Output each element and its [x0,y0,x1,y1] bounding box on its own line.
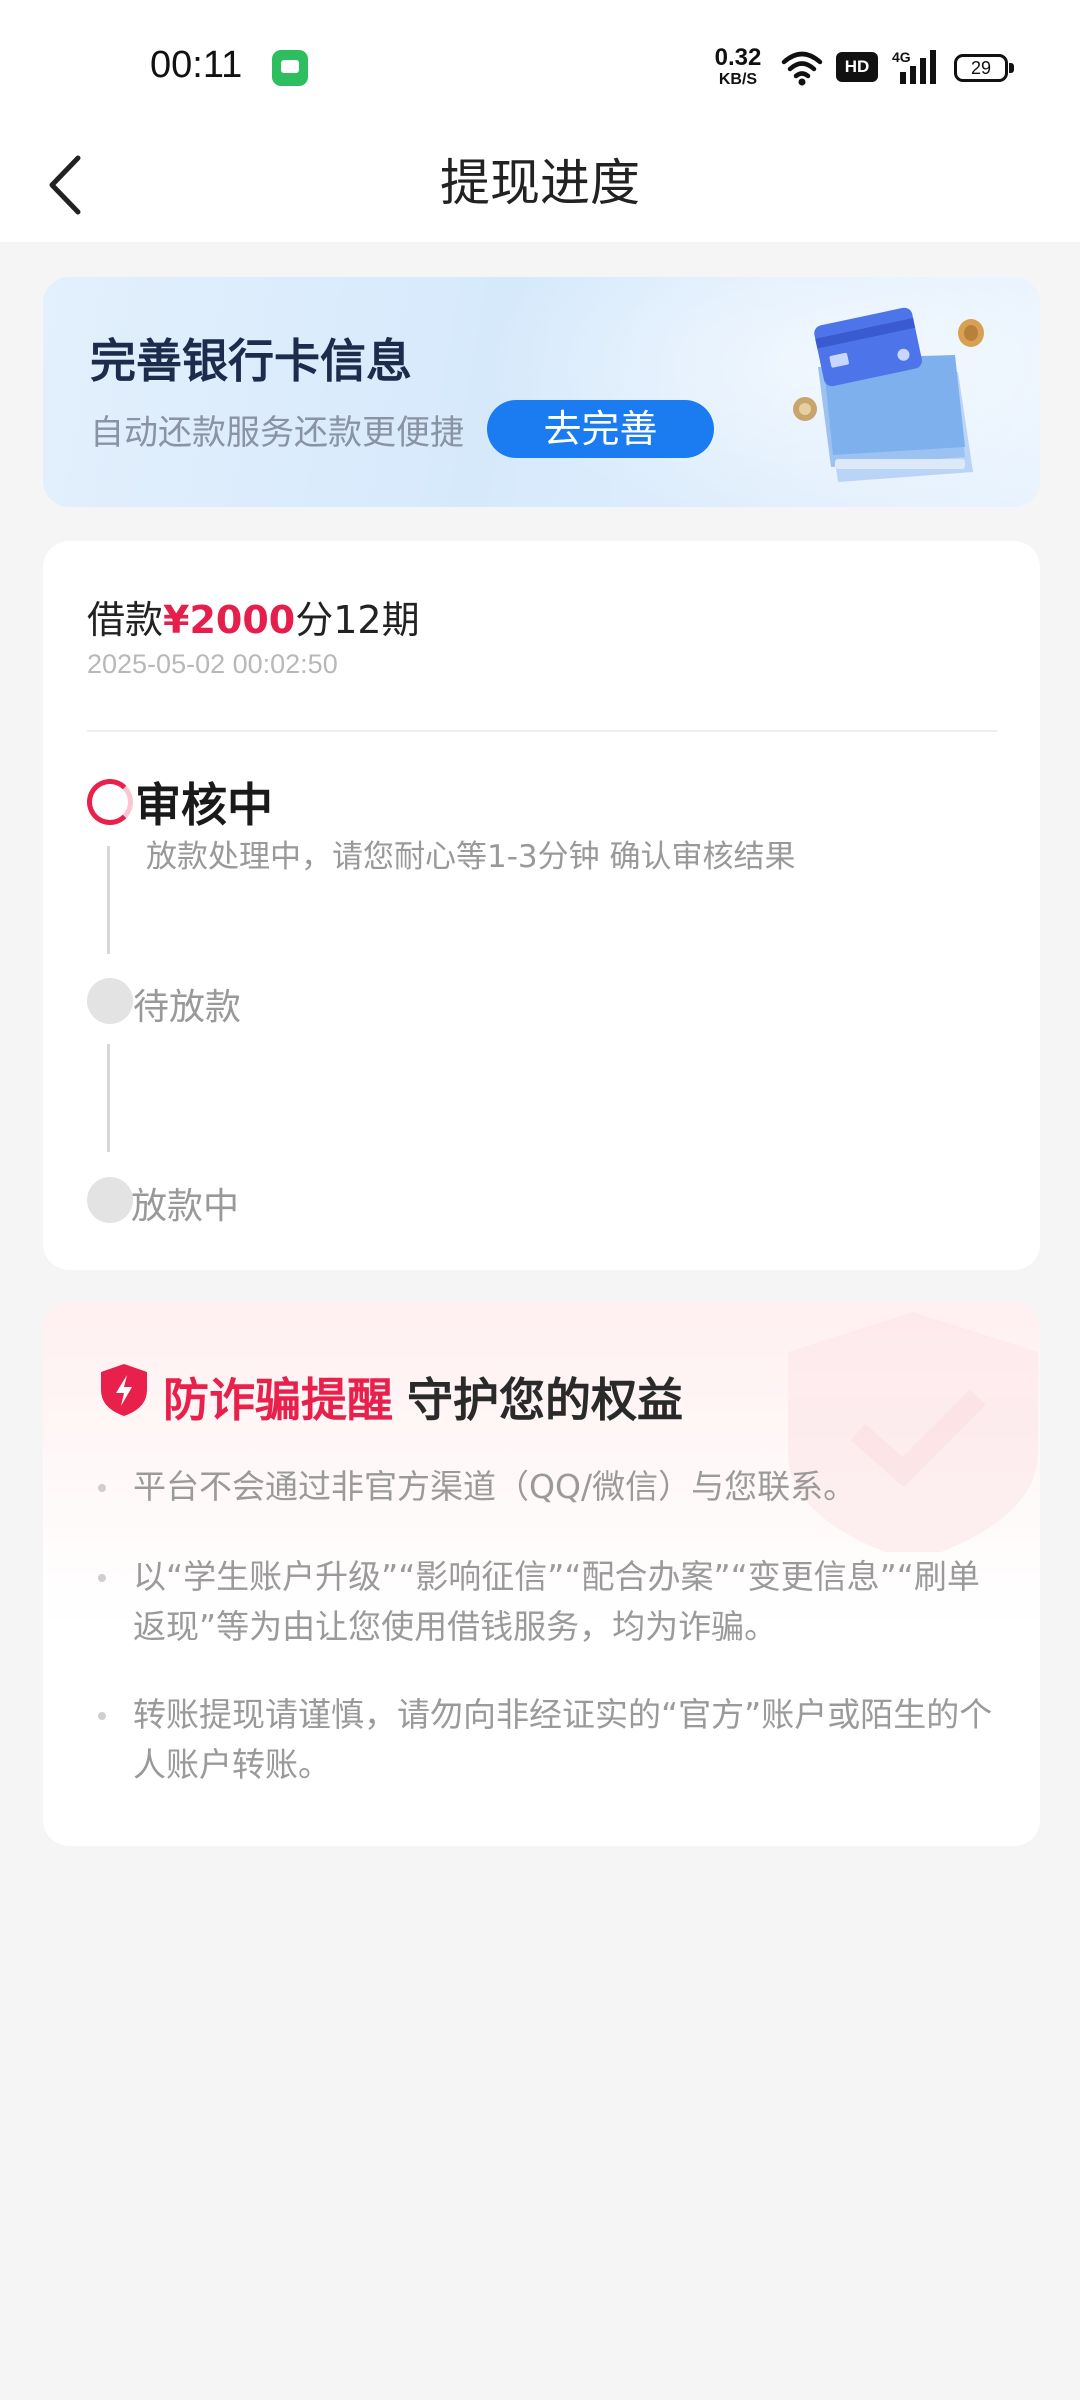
network-type-label: 4G [892,49,911,65]
step-connector [107,1044,110,1152]
anti-fraud-title-dark: 守护您的权益 [407,1373,683,1427]
complete-info-button[interactable]: 去完善 [487,400,714,458]
bullet [98,1574,106,1582]
fraud-tip-text: 以“学生账户升级”“影响征信”“配合办案”“变更信息”“刷单返现”等为由让您使用… [133,1557,980,1646]
loan-installments: 分12期 [295,598,420,642]
page-title: 提现进度 [440,154,640,212]
network-speed-unit: KB/S [718,71,758,88]
network-speed: 0.32 KB/S [710,46,766,88]
battery-icon: 29 [954,54,1014,82]
bullet [98,1484,106,1492]
fraud-tip: 以“学生账户升级”“影响征信”“配合办案”“变更信息”“刷单返现”等为由让您使用… [98,1552,1008,1652]
step-loading-icon [87,779,133,825]
fraud-tip-text: 转账提现请谨慎，请勿向非经证实的“官方”账户或陌生的个人账户转账。 [133,1695,993,1784]
anti-fraud-title-red: 防诈骗提醒 [163,1373,393,1427]
step-connector [107,846,110,954]
loan-timestamp: 2025-05-02 00:02:50 [87,649,338,679]
bank-card-banner[interactable]: 完善银行卡信息 自动还款服务还款更便捷 去完善 [43,277,1040,507]
anti-fraud-title: 防诈骗提醒 守护您的权益 [163,1364,683,1430]
step-dot-pending [87,978,133,1024]
step-dot-pending [87,1177,133,1223]
hd-voice-icon: HD [836,52,878,82]
wifi-icon [781,51,823,86]
shield-bolt-icon [101,1364,147,1416]
signal-icon: 4G [892,49,936,84]
loan-amount: ¥2000 [163,598,296,642]
banner-subtitle: 自动还款服务还款更便捷 [90,413,464,453]
network-speed-value: 0.32 [714,44,762,71]
message-app-icon [272,50,308,86]
header-bar: 提现进度 [0,130,1080,242]
fraud-tip-text: 平台不会通过非官方渠道（QQ/微信）与您联系。 [133,1467,857,1506]
divider [87,730,997,732]
status-bar: 00:11 0.32 KB/S HD 4G 29 [0,0,1080,130]
anti-fraud-card: 防诈骗提醒 守护您的权益 平台不会通过非官方渠道（QQ/微信）与您联系。 以“学生… [43,1302,1040,1846]
step-label-awaiting-disbursement: 待放款 [133,987,242,1028]
step-label-disbursing: 放款中 [131,1186,240,1227]
bank-card-illustration [793,307,984,482]
loan-summary: 借款¥2000分12期 [87,589,420,644]
bullet [98,1712,106,1720]
banner-title: 完善银行卡信息 [90,334,412,388]
step-label-reviewing: 审核中 [135,778,273,832]
step-description: 放款处理中，请您耐心等1-3分钟 确认审核结果 [146,839,796,875]
shield-watermark-icon [788,1312,1038,1552]
status-time: 00:11 [150,44,243,86]
fraud-tip: 平台不会通过非官方渠道（QQ/微信）与您联系。 [98,1462,1008,1512]
loan-progress-card: 借款¥2000分12期 2025-05-02 00:02:50 审核中 放款处理… [43,541,1040,1270]
fraud-tip: 转账提现请谨慎，请勿向非经证实的“官方”账户或陌生的个人账户转账。 [98,1690,1008,1790]
loan-prefix: 借款 [87,598,164,642]
